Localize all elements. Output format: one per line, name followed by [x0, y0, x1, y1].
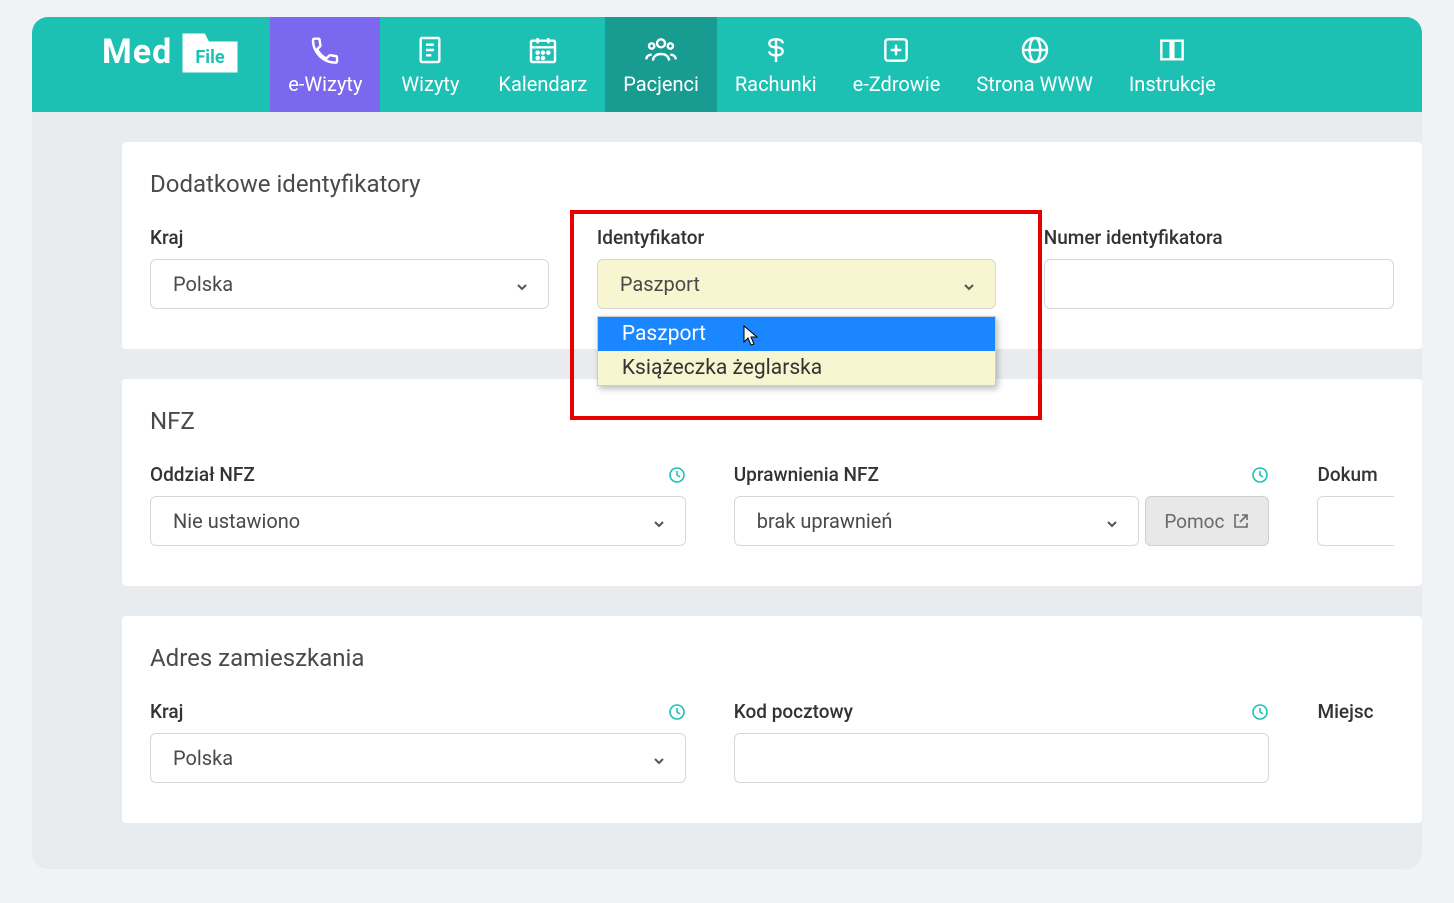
dokum-label: Dokum [1317, 463, 1377, 486]
clock-icon[interactable] [1251, 466, 1269, 484]
chevron-down-icon [651, 513, 667, 529]
nav-e-wizyty[interactable]: e-Wizyty [270, 17, 380, 112]
identyfikator-select[interactable]: Paszport [597, 259, 996, 309]
chevron-down-icon [651, 750, 667, 766]
nav-rachunki[interactable]: Rachunki [717, 17, 835, 112]
globe-icon [1019, 34, 1051, 66]
logo-text-med: Med [102, 32, 172, 72]
numer-input[interactable] [1044, 259, 1394, 309]
plus-square-icon [880, 34, 912, 66]
miejsc-label: Miejsc [1317, 700, 1373, 723]
folder-icon: File [180, 27, 240, 77]
chevron-down-icon [1104, 513, 1120, 529]
adres-kraj-select[interactable]: Polska [150, 733, 686, 783]
oddzial-select[interactable]: Nie ustawiono [150, 496, 686, 546]
pomoc-button[interactable]: Pomoc [1145, 496, 1269, 546]
numer-label: Numer identyfikatora [1044, 226, 1223, 249]
oddzial-value: Nie ustawiono [173, 509, 300, 533]
nav-label: Kalendarz [498, 72, 587, 96]
section-title: NFZ [150, 407, 1394, 435]
section-dodatkowe-identyfikatory: Dodatkowe identyfikatory Kraj Polska [122, 142, 1422, 349]
nav-wizyty[interactable]: Wizyty [380, 17, 480, 112]
clock-icon[interactable] [668, 466, 686, 484]
kod-label: Kod pocztowy [734, 700, 853, 723]
nav-e-zdrowie[interactable]: e-Zdrowie [835, 17, 959, 112]
external-link-icon [1232, 512, 1250, 530]
nav-label: Pacjenci [623, 72, 699, 96]
nav-label: Wizyty [401, 72, 459, 96]
nav-pacjenci[interactable]: Pacjenci [605, 17, 717, 112]
nav-label: Rachunki [735, 72, 817, 96]
identyfikator-label: Identyfikator [597, 226, 704, 249]
section-nfz: NFZ Oddział NFZ Nie ustawiono [122, 379, 1422, 586]
nav-kalendarz[interactable]: Kalendarz [480, 17, 605, 112]
book-icon [1156, 34, 1188, 66]
dollar-icon [760, 34, 792, 66]
nav-strona-www[interactable]: Strona WWW [958, 17, 1111, 112]
dropdown-option-paszport[interactable]: Paszport [598, 317, 995, 351]
adres-kraj-value: Polska [173, 746, 233, 770]
clipboard-icon [414, 34, 446, 66]
nav-label: e-Wizyty [288, 72, 362, 96]
clock-icon[interactable] [1251, 703, 1269, 721]
chevron-down-icon [514, 276, 530, 292]
nav-label: Instrukcje [1129, 72, 1216, 96]
dokum-select[interactable] [1317, 496, 1394, 546]
kraj-value: Polska [173, 272, 233, 296]
adres-kraj-label: Kraj [150, 700, 183, 723]
identyfikator-value: Paszport [620, 272, 700, 296]
nav-label: e-Zdrowie [853, 72, 941, 96]
nav-label: Strona WWW [976, 72, 1093, 96]
kraj-select[interactable]: Polska [150, 259, 549, 309]
calendar-icon [527, 34, 559, 66]
logo[interactable]: Med File [32, 17, 270, 112]
svg-text:File: File [196, 47, 225, 68]
identyfikator-dropdown: Paszport Książeczka żeglarska [597, 316, 996, 386]
section-title: Adres zamieszkania [150, 644, 1394, 672]
dropdown-option-ksiazeczka[interactable]: Książeczka żeglarska [598, 351, 995, 385]
pomoc-label: Pomoc [1164, 510, 1224, 533]
section-title: Dodatkowe identyfikatory [150, 170, 1394, 198]
people-icon [645, 34, 677, 66]
phone-icon [309, 34, 341, 66]
uprawnienia-label: Uprawnienia NFZ [734, 463, 879, 486]
chevron-down-icon [961, 276, 977, 292]
kod-input[interactable] [734, 733, 1270, 783]
top-navigation: Med File e-Wizyty Wizyty [32, 17, 1422, 112]
uprawnienia-value: brak uprawnień [757, 509, 893, 533]
clock-icon[interactable] [668, 703, 686, 721]
nav-instrukcje[interactable]: Instrukcje [1111, 17, 1234, 112]
oddzial-label: Oddział NFZ [150, 463, 255, 486]
section-adres: Adres zamieszkania Kraj Polska [122, 616, 1422, 823]
uprawnienia-select[interactable]: brak uprawnień [734, 496, 1140, 546]
kraj-label: Kraj [150, 226, 183, 249]
